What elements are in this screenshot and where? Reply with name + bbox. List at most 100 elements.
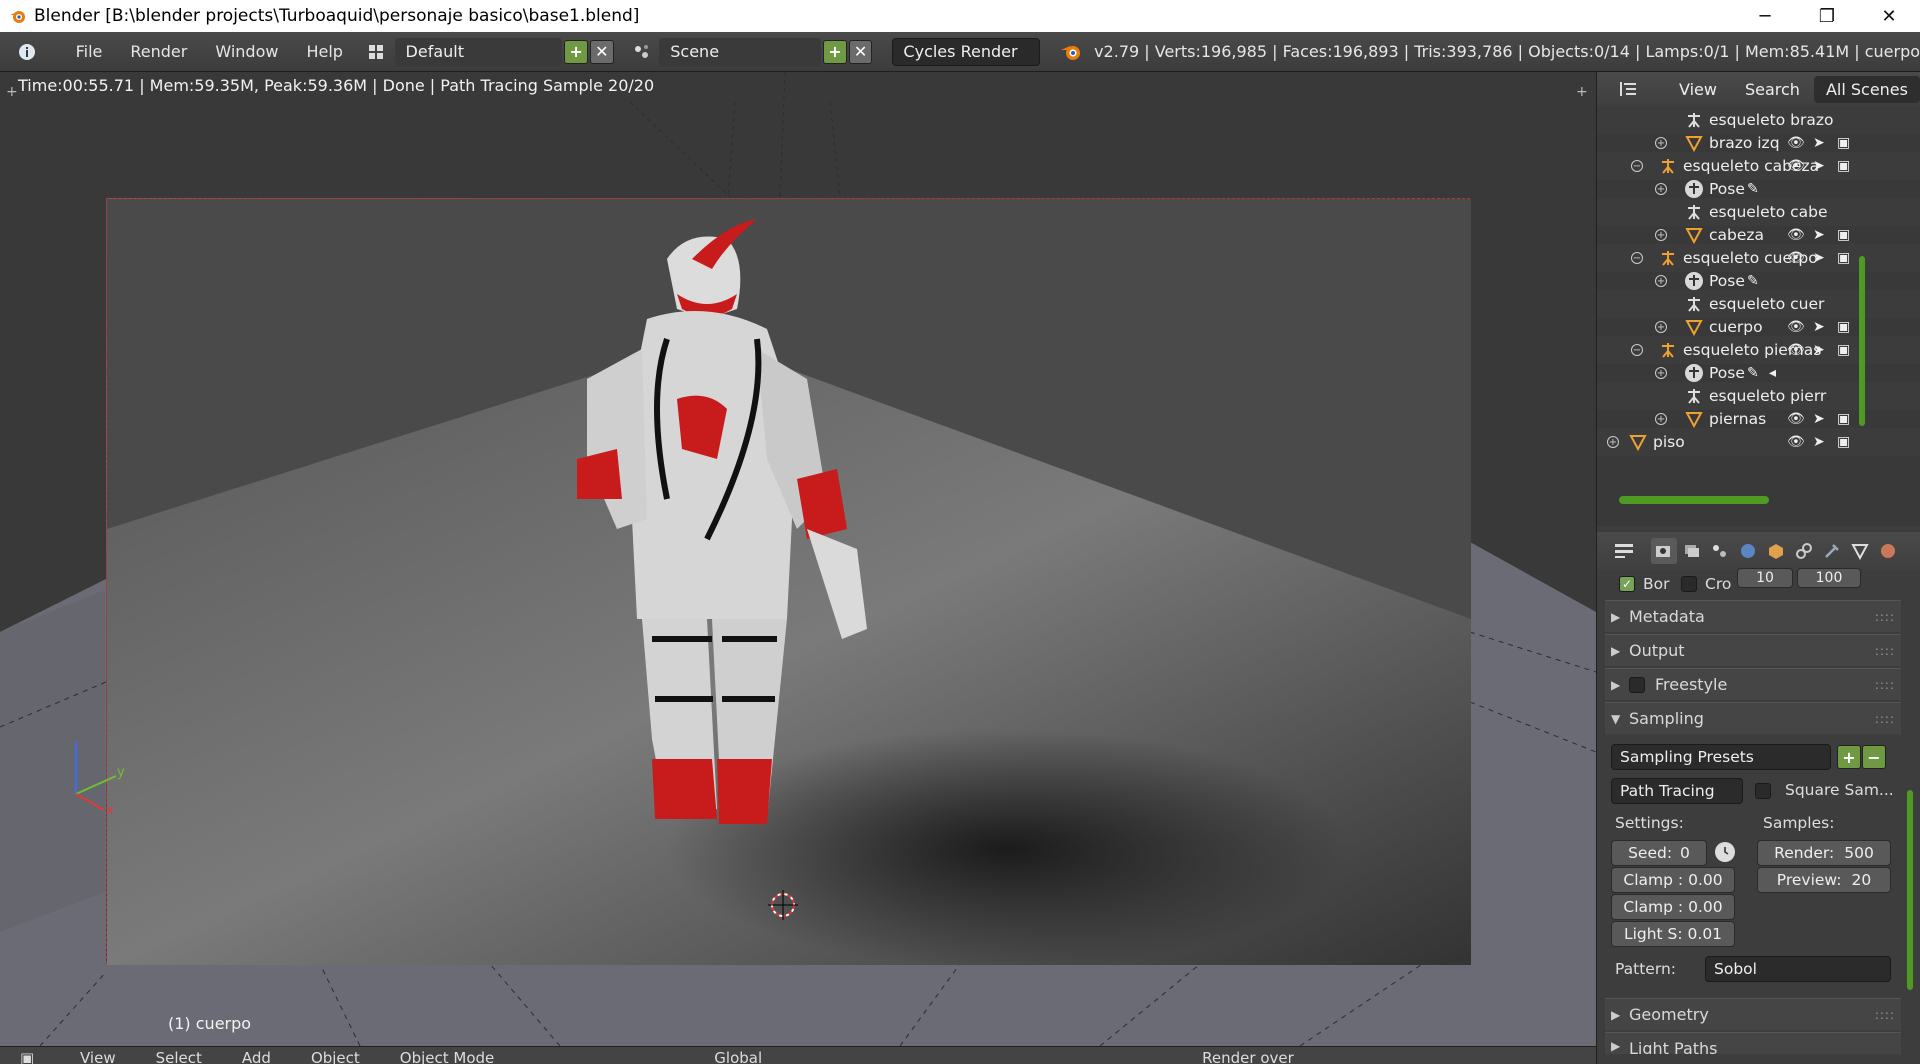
clamp-direct-field[interactable]: Clamp : 0.00 <box>1611 867 1735 893</box>
constraints-tab-icon[interactable] <box>1791 538 1817 564</box>
minimize-button[interactable]: ─ <box>1734 0 1796 32</box>
expand-toggle-icon[interactable]: − <box>1631 160 1643 172</box>
cursor-select-icon[interactable]: ➤ <box>1813 434 1825 450</box>
cursor-select-icon[interactable]: ➤ <box>1813 342 1825 358</box>
metadata-panel-header[interactable]: ▶ Metadata :::: <box>1605 600 1901 632</box>
remove-screen-button[interactable]: ✕ <box>589 39 614 64</box>
modifiers-tab-icon[interactable] <box>1819 538 1845 564</box>
resolution-percent-field[interactable]: 100 <box>1797 568 1861 588</box>
render-camera-icon[interactable]: ▣ <box>1837 135 1850 151</box>
expand-toggle-icon[interactable]: + <box>1655 413 1667 425</box>
area-split-plus-icon[interactable]: + <box>6 84 18 100</box>
render-samples-field[interactable]: Render: 500 <box>1757 840 1891 866</box>
menu-select[interactable]: Select <box>156 1047 202 1064</box>
panel-grip-icon[interactable]: :::: <box>1875 610 1895 624</box>
eye-icon[interactable]: 👁 <box>1787 319 1805 335</box>
expand-toggle-icon[interactable]: − <box>1631 252 1643 264</box>
eye-icon[interactable]: 👁 <box>1787 411 1805 427</box>
outliner-horizontal-scrollbar[interactable] <box>1619 496 1769 504</box>
eye-icon[interactable]: 👁 <box>1787 250 1805 266</box>
animated-seed-clock-icon[interactable] <box>1715 842 1735 862</box>
eye-icon[interactable]: 👁 <box>1787 342 1805 358</box>
render-engine-select[interactable]: Cycles Render <box>892 37 1041 66</box>
eye-icon[interactable]: 👁 <box>1787 158 1805 174</box>
remove-preset-button[interactable]: − <box>1862 745 1886 769</box>
add-screen-button[interactable]: + <box>564 39 588 64</box>
clamp-indirect-field[interactable]: Clamp : 0.00 <box>1611 894 1735 920</box>
eye-icon[interactable]: 👁 <box>1787 135 1805 151</box>
expand-toggle-icon[interactable]: + <box>1655 137 1667 149</box>
transform-orientation-select[interactable]: Global <box>714 1047 762 1064</box>
freestyle-panel-header[interactable]: ▶ Freestyle :::: <box>1605 668 1901 700</box>
menu-render[interactable]: Render <box>116 42 201 61</box>
scene-tab-icon[interactable] <box>1707 538 1733 564</box>
panel-grip-icon[interactable]: :::: <box>1875 644 1895 658</box>
render-camera-icon[interactable]: ▣ <box>1837 319 1850 335</box>
panel-grip-icon[interactable]: :::: <box>1875 712 1895 726</box>
panel-grip-icon[interactable]: :::: <box>1875 1008 1895 1022</box>
info-editor-icon[interactable] <box>14 39 40 65</box>
render-camera-icon[interactable]: ▣ <box>1837 158 1850 174</box>
render-camera-icon[interactable]: ▣ <box>1837 250 1850 266</box>
light-paths-panel-header[interactable]: ▶ Light Paths <box>1605 1032 1901 1054</box>
menu-add[interactable]: Add <box>242 1047 271 1064</box>
outliner-display-mode-select[interactable]: All Scenes <box>1813 75 1920 103</box>
scene-icon[interactable] <box>630 39 656 65</box>
square-samples-checkbox[interactable] <box>1755 783 1771 799</box>
properties-editor-icon[interactable] <box>1611 538 1637 564</box>
panel-grip-icon[interactable]: :::: <box>1875 678 1895 692</box>
expand-toggle-icon[interactable]: + <box>1607 436 1619 448</box>
3d-viewport[interactable]: y x + + Time:00:55.71 | Mem:59.35M, Peak… <box>0 72 1596 1046</box>
expand-toggle-icon[interactable]: + <box>1655 183 1667 195</box>
maximize-button[interactable]: ❐ <box>1796 0 1858 32</box>
cursor-select-icon[interactable]: ➤ <box>1813 227 1825 243</box>
expand-toggle-icon[interactable]: + <box>1655 229 1667 241</box>
editor-type-icon[interactable]: ▣ <box>20 1047 40 1064</box>
menu-window[interactable]: Window <box>201 42 292 61</box>
menu-view[interactable]: View <box>80 1047 116 1064</box>
integrator-select[interactable]: Path Tracing <box>1611 778 1743 804</box>
data-tab-icon[interactable] <box>1847 538 1873 564</box>
expand-toggle-icon[interactable]: − <box>1631 344 1643 356</box>
render-camera-icon[interactable]: ▣ <box>1837 342 1850 358</box>
cursor-select-icon[interactable]: ➤ <box>1813 158 1825 174</box>
menu-file[interactable]: File <box>62 42 117 61</box>
cursor-select-icon[interactable]: ➤ <box>1813 319 1825 335</box>
world-tab-icon[interactable] <box>1735 538 1761 564</box>
material-tab-icon[interactable] <box>1875 538 1901 564</box>
add-preset-button[interactable]: + <box>1837 745 1861 769</box>
close-button[interactable]: ✕ <box>1858 0 1920 32</box>
render-layers-tab-icon[interactable] <box>1679 538 1705 564</box>
expand-toggle-icon[interactable]: + <box>1655 321 1667 333</box>
light-sampling-threshold-field[interactable]: Light S: 0.01 <box>1611 921 1735 947</box>
outliner-editor-icon[interactable] <box>1615 76 1641 102</box>
eye-icon[interactable]: 👁 <box>1787 434 1805 450</box>
cursor-select-icon[interactable]: ➤ <box>1813 135 1825 151</box>
render-overlay-toggle[interactable]: Render over <box>1202 1047 1294 1064</box>
properties-vertical-scrollbar[interactable] <box>1907 790 1913 990</box>
outliner-search-menu[interactable]: Search <box>1731 80 1814 99</box>
sampling-presets-menu[interactable]: Sampling Presets <box>1611 744 1831 770</box>
menu-object[interactable]: Object <box>311 1047 360 1064</box>
remove-scene-button[interactable]: ✕ <box>848 39 873 64</box>
render-tab-icon[interactable] <box>1651 538 1677 564</box>
area-split-plus-icon[interactable]: + <box>1576 84 1588 100</box>
crop-checkbox[interactable] <box>1681 576 1697 592</box>
object-tab-icon[interactable] <box>1763 538 1789 564</box>
scene-field[interactable]: Scene <box>659 37 822 66</box>
3d-cursor-icon[interactable] <box>766 888 800 922</box>
freestyle-checkbox[interactable] <box>1629 676 1645 693</box>
render-camera-icon[interactable]: ▣ <box>1837 434 1850 450</box>
pattern-select[interactable]: Sobol <box>1705 956 1891 982</box>
outliner-vertical-scrollbar[interactable] <box>1859 256 1865 426</box>
render-camera-icon[interactable]: ▣ <box>1837 227 1850 243</box>
screen-layout-icon[interactable] <box>363 39 389 65</box>
geometry-panel-header[interactable]: ▶ Geometry :::: <box>1605 998 1901 1030</box>
outliner-row[interactable]: + piso 👁 ➤ ▣ <box>1597 428 1920 456</box>
border-checkbox[interactable]: ✓ <box>1619 576 1635 592</box>
preview-samples-field[interactable]: Preview: 20 <box>1757 867 1891 893</box>
screen-layout-field[interactable]: Default <box>394 37 563 66</box>
cursor-select-icon[interactable]: ➤ <box>1813 411 1825 427</box>
seed-field[interactable]: Seed: 0 <box>1611 840 1707 866</box>
expand-toggle-icon[interactable]: + <box>1655 367 1667 379</box>
